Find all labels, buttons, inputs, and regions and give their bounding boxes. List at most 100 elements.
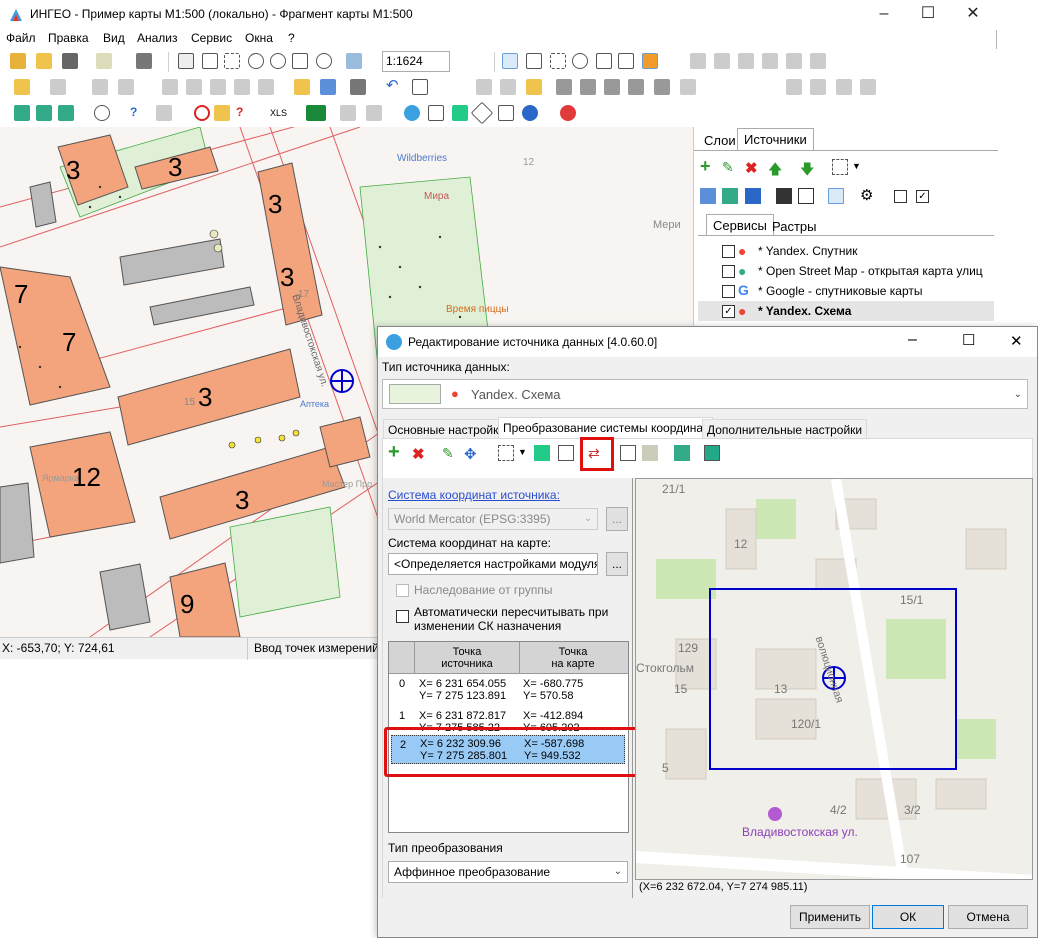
menu-view[interactable]: Вид xyxy=(103,31,125,45)
tool-b-icon[interactable] xyxy=(714,53,730,69)
ok-button[interactable]: ОК xyxy=(872,905,944,929)
tab-basic-settings[interactable]: Основные настройки xyxy=(383,419,511,439)
menu-help[interactable]: ? xyxy=(288,31,295,45)
minimize-button[interactable]: – xyxy=(861,0,907,30)
list-view-icon[interactable] xyxy=(700,188,716,204)
tab-services[interactable]: Сервисы xyxy=(706,214,774,236)
source-cs-browse-button[interactable]: ... xyxy=(606,507,628,531)
tool-k-icon[interactable] xyxy=(580,79,596,95)
tool-h-icon[interactable] xyxy=(500,79,516,95)
tool-i-icon[interactable] xyxy=(526,79,542,95)
tab-sources[interactable]: Источники xyxy=(737,128,814,150)
delete-icon[interactable]: ✖ xyxy=(745,159,761,177)
save-icon[interactable] xyxy=(776,188,792,204)
select-line-icon[interactable] xyxy=(618,53,634,69)
source-cs-link[interactable]: Система координат источника: xyxy=(388,488,560,502)
menu-file[interactable]: Файл xyxy=(6,31,36,45)
geo-icon[interactable] xyxy=(534,445,550,461)
arrow-up-icon[interactable]: 🡅 xyxy=(768,159,784,177)
source-checkbox[interactable] xyxy=(722,265,735,278)
zoom-in-icon[interactable] xyxy=(248,53,264,69)
new-icon[interactable] xyxy=(36,53,52,69)
home-icon[interactable] xyxy=(428,105,444,121)
help-icon[interactable] xyxy=(522,105,538,121)
tool-l-icon[interactable] xyxy=(604,79,620,95)
tool-c-icon[interactable] xyxy=(738,53,754,69)
search-icon[interactable] xyxy=(94,105,110,121)
tool-r-icon[interactable] xyxy=(836,79,852,95)
transform-type-select[interactable]: Аффинное преобразование ⌄ xyxy=(388,861,628,883)
fit-icon[interactable] xyxy=(498,445,514,461)
pointer-icon[interactable] xyxy=(502,53,518,69)
print-icon[interactable] xyxy=(136,53,152,69)
tool-u-icon[interactable] xyxy=(36,105,52,121)
add-point-icon[interactable]: + xyxy=(388,442,404,462)
zoom-scale-icon[interactable] xyxy=(346,53,362,69)
split-object-icon[interactable] xyxy=(210,79,226,95)
select-rect-icon[interactable] xyxy=(178,53,194,69)
chevron-down-icon[interactable]: ▼ xyxy=(852,161,861,171)
tab-layers[interactable]: Слои xyxy=(698,130,742,152)
checkbox-all-on[interactable]: ✓ xyxy=(916,190,929,203)
pencil-icon[interactable]: ✎ xyxy=(722,159,738,175)
move-object-icon[interactable] xyxy=(118,79,134,95)
source-cs-select[interactable]: World Mercator (EPSG:3395) ⌄ xyxy=(388,508,598,530)
open-icon[interactable] xyxy=(10,53,26,69)
signal-icon[interactable] xyxy=(828,188,844,204)
tool-m-icon[interactable] xyxy=(628,79,644,95)
source-type-select[interactable]: ● Yandex. Схема ⌄ xyxy=(382,379,1028,409)
document-icon[interactable] xyxy=(798,188,814,204)
inherit-checkbox[interactable] xyxy=(396,584,409,597)
menu-analysis[interactable]: Анализ xyxy=(137,31,178,45)
tool-q-icon[interactable] xyxy=(810,79,826,95)
forbid-icon[interactable] xyxy=(194,105,210,121)
copy-icon[interactable] xyxy=(620,445,636,461)
tab-advanced-settings[interactable]: Дополнительные настройки xyxy=(702,419,868,439)
source-checkbox[interactable]: ✓ xyxy=(722,305,735,318)
globe-icon[interactable] xyxy=(404,105,420,121)
scale-input[interactable]: 1:1624 xyxy=(382,51,450,72)
pointer-help-icon[interactable] xyxy=(526,53,542,69)
close-button[interactable]: ✕ xyxy=(950,0,996,30)
edit-object-icon[interactable] xyxy=(50,79,66,95)
semantics-icon[interactable] xyxy=(294,79,310,95)
pencil-icon[interactable]: ✎ xyxy=(442,445,458,461)
cancel-button[interactable]: Отмена xyxy=(948,905,1028,929)
grid-icon[interactable] xyxy=(704,445,720,461)
query-icon[interactable]: ? xyxy=(130,105,146,121)
tool-f-icon[interactable] xyxy=(810,53,826,69)
move-icon[interactable]: ✥ xyxy=(464,445,480,463)
zoom-out-icon[interactable] xyxy=(270,53,286,69)
close-button[interactable]: ✕ xyxy=(1010,332,1023,350)
tool-g-icon[interactable] xyxy=(476,79,492,95)
delete-object-icon[interactable] xyxy=(162,79,178,95)
merge-object-icon[interactable] xyxy=(186,79,202,95)
add-icon[interactable]: + xyxy=(700,157,716,175)
auto-recalc-checkbox[interactable] xyxy=(396,610,409,623)
checkbox-all-off[interactable] xyxy=(894,190,907,203)
source-checkbox[interactable] xyxy=(722,285,735,298)
map-cs-browse-button[interactable]: ... xyxy=(606,552,628,576)
xls-icon[interactable]: XLS xyxy=(270,105,292,121)
list-icon[interactable] xyxy=(350,79,366,95)
select-lasso-icon[interactable] xyxy=(572,53,588,69)
table-icon[interactable] xyxy=(320,79,336,95)
paste-icon[interactable] xyxy=(642,445,658,461)
point-icon[interactable] xyxy=(258,79,274,95)
tool-t-icon[interactable] xyxy=(14,105,30,121)
select-area-icon[interactable] xyxy=(550,53,566,69)
maximize-button[interactable]: ☐ xyxy=(905,0,951,30)
contour-icon[interactable] xyxy=(234,79,250,95)
height-icon[interactable] xyxy=(498,105,514,121)
report-icon[interactable] xyxy=(156,105,172,121)
tool-d-icon[interactable] xyxy=(762,53,778,69)
preview-map[interactable]: 21/1 12 15/1 129 15 13 120/1 5 4/2 3/2 1… xyxy=(635,478,1033,880)
source-item[interactable]: ● * Yandex. Спутник xyxy=(698,241,994,261)
tab-coordinate-transform[interactable]: Преобразование системы координат xyxy=(498,417,714,439)
source-item[interactable]: ● * Open Street Map - открытая карта ули… xyxy=(698,261,994,281)
tool-a-icon[interactable] xyxy=(690,53,706,69)
tool-s-icon[interactable] xyxy=(860,79,876,95)
style-icon[interactable] xyxy=(214,105,230,121)
hand-icon[interactable] xyxy=(202,53,218,69)
chevron-down-icon[interactable]: ▼ xyxy=(518,447,527,457)
